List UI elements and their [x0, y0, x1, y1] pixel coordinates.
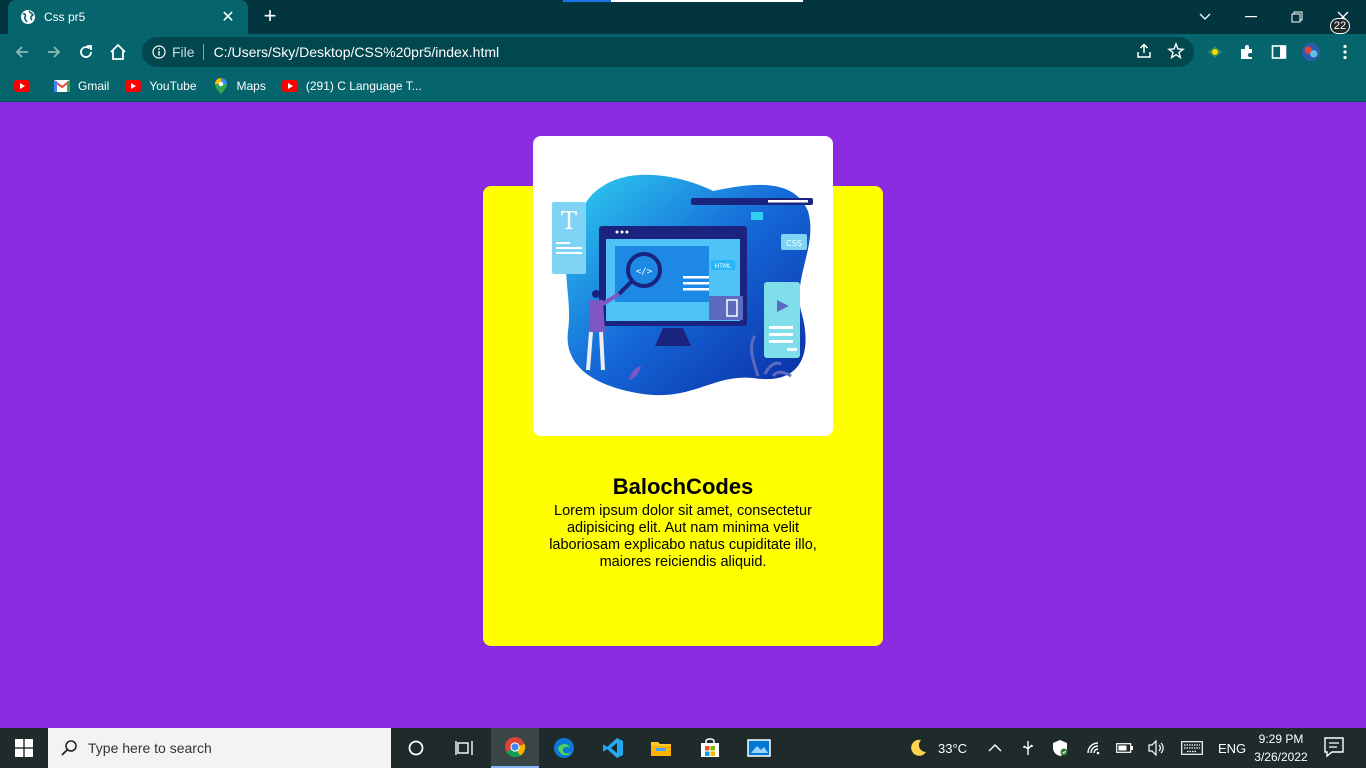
- bookmark-maps[interactable]: Maps: [213, 77, 266, 94]
- battery-icon[interactable]: [1116, 728, 1134, 768]
- vscode-taskbar-icon[interactable]: [589, 728, 637, 768]
- back-icon[interactable]: [10, 40, 34, 64]
- youtube-icon: [14, 78, 30, 94]
- cortana-icon[interactable]: [392, 728, 440, 768]
- file-explorer-taskbar-icon[interactable]: [637, 728, 685, 768]
- bookmark-star-icon[interactable]: [1167, 42, 1185, 60]
- show-hidden-icons[interactable]: [988, 728, 1002, 768]
- globe-icon: [21, 10, 35, 24]
- notification-count-badge: 22: [1330, 18, 1350, 34]
- youtube-icon: [281, 78, 298, 94]
- chevron-up-icon: [988, 744, 1002, 752]
- browser-titlebar: Css pr5 ✕ +: [0, 0, 1366, 34]
- profile-avatar[interactable]: [1301, 42, 1321, 62]
- taskbar-search-input[interactable]: Type here to search: [48, 728, 391, 768]
- browser-tab-active[interactable]: Css pr5 ✕: [8, 0, 248, 34]
- web-development-illustration: T CSS HTML </>: [552, 174, 813, 396]
- store-taskbar-icon[interactable]: [686, 728, 734, 768]
- temperature-text: 33°C: [938, 740, 968, 756]
- card-title: BalochCodes: [612, 474, 754, 499]
- usb-icon[interactable]: [1020, 728, 1036, 768]
- bookmarks-bar: Gmail YouTube Maps (291) C Language T...: [0, 70, 1366, 102]
- search-placeholder: Type here to search: [88, 740, 212, 756]
- wifi-icon[interactable]: [1086, 728, 1104, 768]
- reload-icon[interactable]: [74, 40, 98, 64]
- windows-taskbar: Type here to search 33°C ENG 9:29 PM 3/2…: [0, 728, 1366, 768]
- bookmark-gmail[interactable]: Gmail: [54, 78, 109, 94]
- taskbar-clock[interactable]: 9:29 PM 3/26/2022: [1250, 730, 1312, 766]
- bookmark-c-language[interactable]: (291) C Language T...: [281, 78, 422, 94]
- date-text: 3/26/2022: [1254, 750, 1308, 764]
- code-tag: </>: [636, 267, 653, 277]
- html-tag: HTML: [715, 263, 732, 270]
- card-description: Lorem ipsum dolor sit amet, consectetur …: [549, 503, 817, 570]
- weather-widget[interactable]: 33°C: [908, 728, 967, 768]
- youtube-icon: [125, 78, 142, 94]
- restore-icon[interactable]: [1274, 0, 1320, 34]
- new-tab-button[interactable]: +: [258, 5, 282, 29]
- task-view-icon[interactable]: [440, 728, 488, 768]
- url-scheme: File: [172, 44, 195, 60]
- bookmark-youtube-shortcut[interactable]: [14, 78, 38, 94]
- css-tag: CSS: [786, 239, 802, 248]
- tab-close-icon[interactable]: ✕: [218, 7, 238, 27]
- windows-start-icon[interactable]: [0, 728, 48, 768]
- browser-menu-icon[interactable]: [1335, 42, 1355, 62]
- url-text[interactable]: C:/Users/Sky/Desktop/CSS%20pr5/index.htm…: [214, 44, 1194, 60]
- security-shield-icon[interactable]: [1052, 728, 1068, 768]
- card-image: T CSS HTML </>: [533, 136, 833, 436]
- tab-title: Css pr5: [44, 10, 86, 24]
- side-panel-icon[interactable]: [1269, 42, 1289, 62]
- tab-search-icon[interactable]: [1182, 0, 1228, 34]
- volume-icon[interactable]: [1148, 728, 1166, 768]
- search-icon: [61, 740, 77, 756]
- photos-taskbar-icon[interactable]: [735, 728, 783, 768]
- extensions-puzzle-icon[interactable]: [1237, 42, 1257, 62]
- chrome-taskbar-icon[interactable]: [491, 728, 539, 768]
- share-icon[interactable]: [1135, 42, 1153, 60]
- forward-icon[interactable]: [42, 40, 66, 64]
- text-t-label: T: [561, 207, 577, 235]
- touch-keyboard-icon[interactable]: [1181, 728, 1203, 768]
- edge-taskbar-icon[interactable]: [540, 728, 588, 768]
- browser-toolbar: File C:/Users/Sky/Desktop/CSS%20pr5/inde…: [0, 34, 1366, 70]
- page-loading-indicator: [563, 0, 803, 2]
- address-bar[interactable]: File C:/Users/Sky/Desktop/CSS%20pr5/inde…: [142, 37, 1194, 67]
- notification-center-icon[interactable]: [1322, 736, 1348, 760]
- moon-icon: [911, 739, 926, 756]
- extension-vpn-icon[interactable]: [1205, 42, 1225, 62]
- language-indicator[interactable]: ENG: [1218, 728, 1246, 768]
- maps-pin-icon: [213, 77, 229, 94]
- time-text: 9:29 PM: [1258, 732, 1304, 746]
- info-icon[interactable]: [152, 45, 166, 59]
- home-icon[interactable]: [106, 40, 130, 64]
- gmail-icon: [54, 78, 70, 94]
- bookmark-youtube[interactable]: YouTube: [125, 78, 197, 94]
- minimize-icon[interactable]: [1228, 0, 1274, 34]
